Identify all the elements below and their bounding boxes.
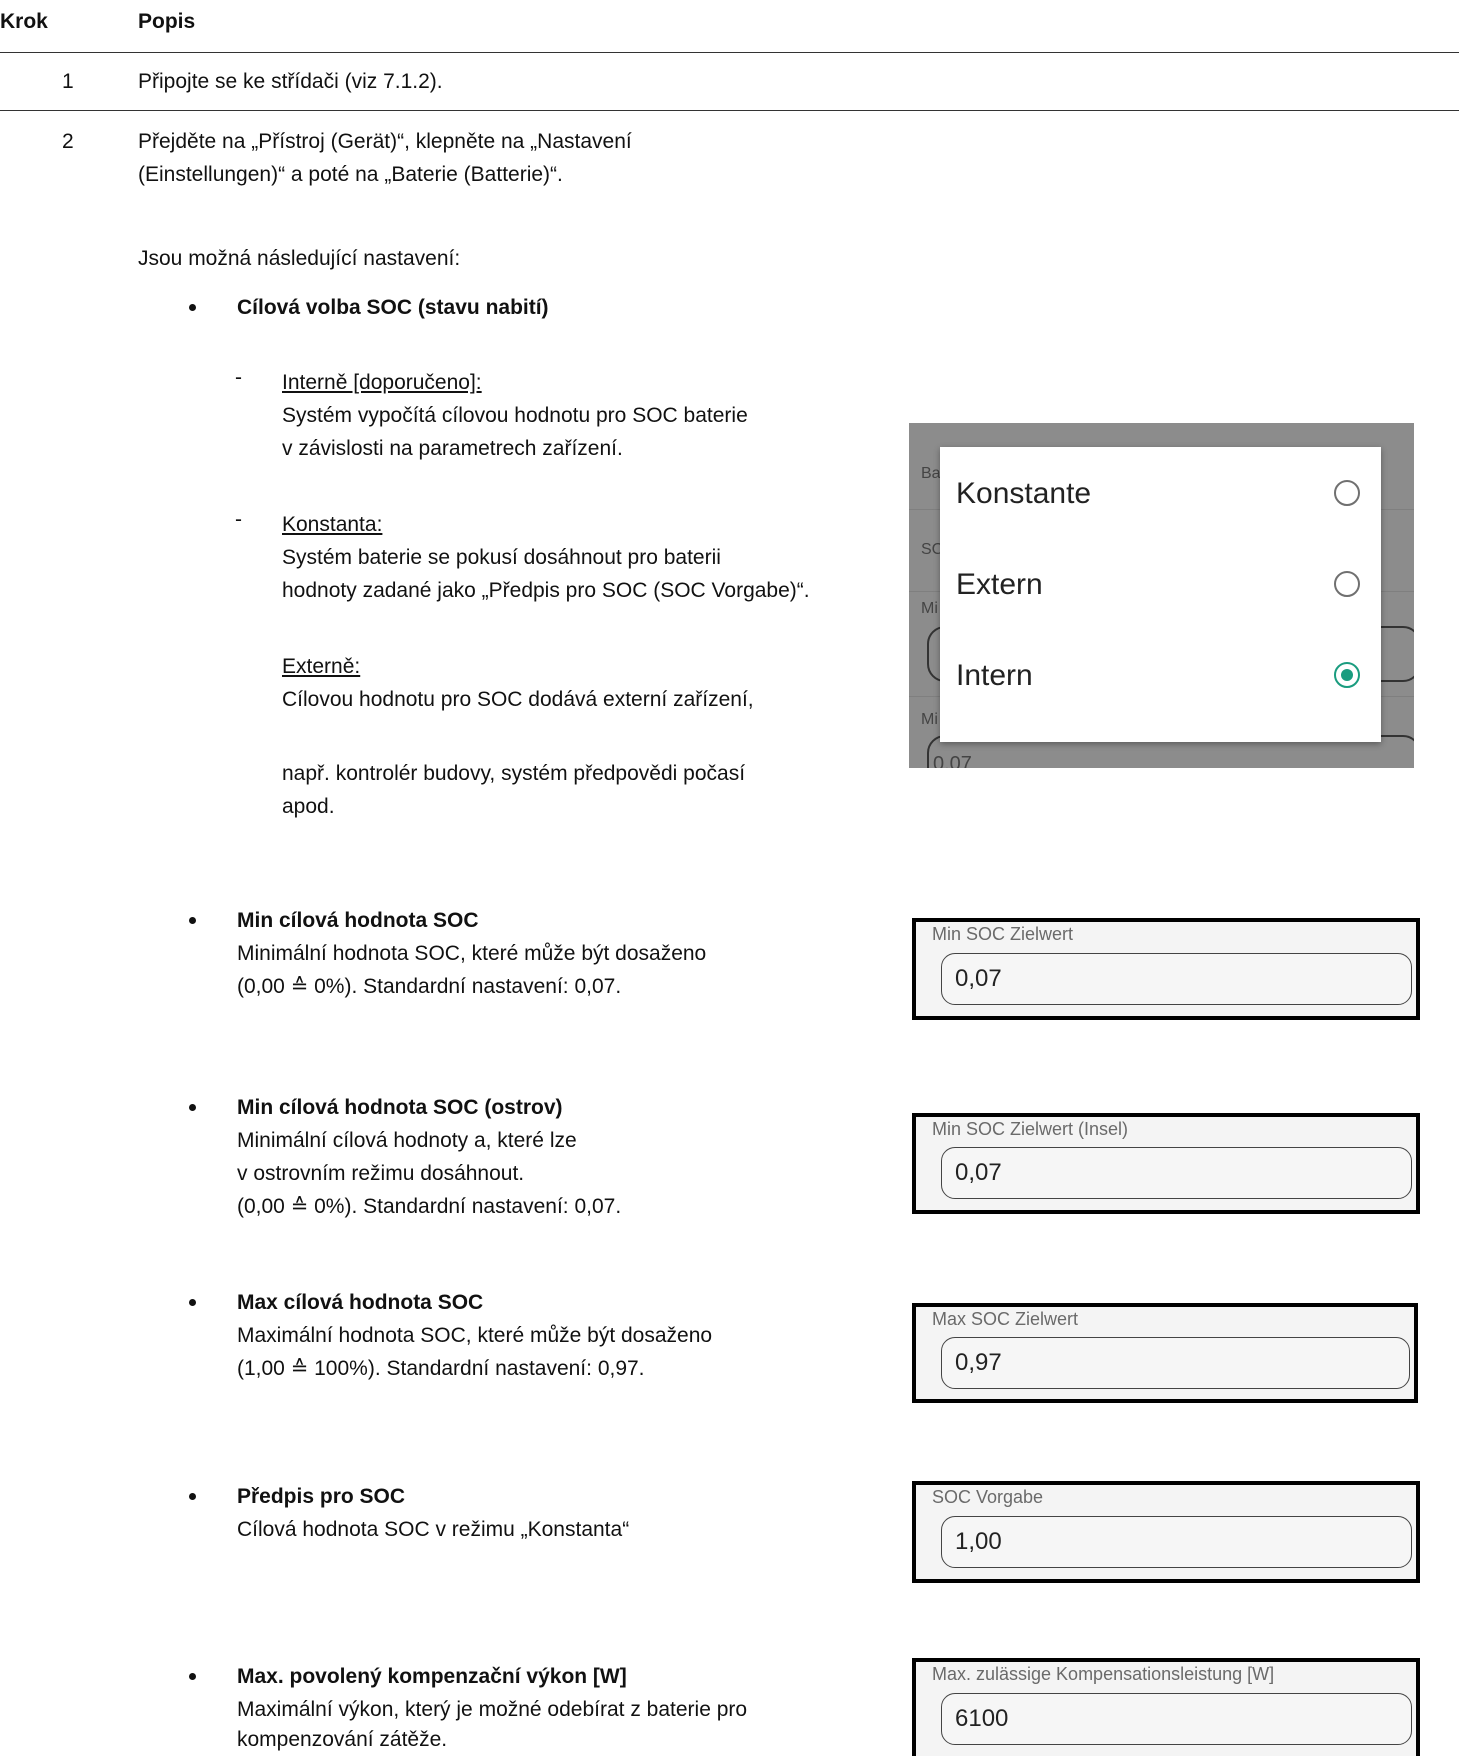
extern-desc-line-1: Cílovou hodnotu pro SOC dodává externí z… — [282, 688, 754, 711]
max-soc-desc-line-1: Maximální hodnota SOC, které může být do… — [237, 1324, 713, 1347]
min-soc-field: Min SOC Zielwert 0,07 — [912, 918, 1420, 1020]
max-soc-field: Max SOC Zielwert 0,97 — [912, 1303, 1418, 1403]
min-soc-desc-line-2: (0,00 ≙ 0%). Standardní nastavení: 0,07. — [237, 975, 622, 998]
background-text: Ba — [921, 465, 941, 482]
background-text: Mi — [921, 600, 938, 617]
extern-option-label: Externě: — [282, 655, 361, 678]
max-comp-desc-line-1: Maximální výkon, který je možné odebírat… — [237, 1698, 748, 1721]
intern-desc-line-2: v závislosti na parametrech zařízení. — [282, 437, 623, 460]
header-divider — [0, 52, 1459, 53]
option-konstante[interactable]: Konstante — [940, 447, 1381, 539]
max-soc-title: Max cílová hodnota SOC — [237, 1291, 484, 1314]
min-soc-island-field: Min SOC Zielwert (Insel) 0,07 — [912, 1113, 1420, 1214]
min-soc-title: Min cílová hodnota SOC — [237, 909, 479, 932]
step-number-1: 1 — [62, 70, 74, 93]
max-comp-title: Max. povolený kompenzační výkon [W] — [237, 1665, 627, 1688]
column-header-step: Krok — [0, 10, 48, 33]
min-soc-island-input[interactable]: 0,07 — [941, 1147, 1412, 1199]
background-text: Mi — [921, 711, 938, 728]
soc-preset-desc-line-1: Cílová hodnota SOC v režimu „Konstanta“ — [237, 1518, 630, 1541]
bullet-icon — [189, 1104, 196, 1111]
konst-option-label: Konstanta: — [282, 513, 383, 536]
radio-unchecked-icon[interactable] — [1334, 571, 1360, 597]
min-soc-input[interactable]: 0,07 — [941, 953, 1412, 1005]
dash-icon: - — [235, 366, 242, 389]
field-label: Min SOC Zielwert — [932, 924, 1074, 944]
intern-option-label: Interně [doporučeno]: — [282, 371, 482, 394]
bullet-icon — [189, 1299, 196, 1306]
field-label: Min SOC Zielwert (Insel) — [932, 1119, 1129, 1139]
bullet-icon — [189, 917, 196, 924]
step-1-text: Připojte se ke střídači (viz 7.1.2). — [138, 70, 443, 93]
min-soc-island-desc-line-1: Minimální cílová hodnoty a, které lze — [237, 1129, 577, 1152]
min-soc-island-desc-line-3: (0,00 ≙ 0%). Standardní nastavení: 0,07. — [237, 1195, 622, 1218]
max-comp-field: Max. zulässige Kompensationsleistung [W]… — [912, 1658, 1420, 1756]
bullet-icon — [189, 1493, 196, 1500]
option-label: Intern — [956, 659, 1033, 692]
extern-desc-line-3: apod. — [282, 795, 335, 818]
radio-unchecked-icon[interactable] — [1334, 480, 1360, 506]
soc-target-title: Cílová volba SOC (stavu nabití) — [237, 296, 549, 319]
konst-desc-line-1: Systém baterie se pokusí dosáhnout pro b… — [282, 546, 721, 569]
step-number-2: 2 — [62, 130, 74, 153]
option-label: Konstante — [956, 477, 1092, 510]
max-comp-input[interactable]: 6100 — [941, 1693, 1412, 1745]
field-label: Max SOC Zielwert — [932, 1309, 1079, 1329]
soc-preset-field: SOC Vorgabe 1,00 — [912, 1481, 1420, 1583]
settings-intro: Jsou možná následující nastavení: — [138, 247, 461, 270]
option-label: Extern — [956, 568, 1043, 601]
column-header-description: Popis — [138, 10, 196, 33]
max-soc-desc-line-2: (1,00 ≙ 100%). Standardní nastavení: 0,9… — [237, 1357, 645, 1380]
dash-icon: - — [235, 508, 242, 531]
min-soc-desc-line-1: Minimální hodnota SOC, které může být do… — [237, 942, 707, 965]
soc-mode-dialog-screenshot: Ba SC Mi Mi 0,07 Konstante Extern Intern — [909, 423, 1414, 768]
step-2-line-1: Přejděte na „Přístroj (Gerät)“, klepněte… — [138, 130, 632, 153]
row-divider — [0, 110, 1459, 111]
soc-mode-popup: Konstante Extern Intern — [940, 447, 1381, 742]
max-soc-input[interactable]: 0,97 — [941, 1337, 1410, 1389]
background-text: 0,07 — [933, 753, 972, 768]
field-label: SOC Vorgabe — [932, 1487, 1044, 1507]
bullet-icon — [189, 304, 196, 311]
intern-desc-line-1: Systém vypočítá cílovou hodnotu pro SOC … — [282, 404, 748, 427]
radio-checked-icon[interactable] — [1334, 662, 1360, 688]
max-comp-desc-line-2: kompenzování zátěže. — [237, 1728, 448, 1751]
step-2-line-2: (Einstellungen)“ a poté na „Baterie (Bat… — [138, 163, 563, 186]
soc-preset-title: Předpis pro SOC — [237, 1485, 406, 1508]
option-intern[interactable]: Intern — [940, 629, 1381, 721]
konst-desc-line-2: hodnoty zadané jako „Předpis pro SOC (SO… — [282, 579, 810, 602]
option-extern[interactable]: Extern — [940, 538, 1381, 630]
extern-desc-line-2: např. kontrolér budovy, systém předpověd… — [282, 762, 746, 785]
field-label: Max. zulässige Kompensationsleistung [W] — [932, 1664, 1275, 1684]
min-soc-island-desc-line-2: v ostrovním režimu dosáhnout. — [237, 1162, 525, 1185]
min-soc-island-title: Min cílová hodnota SOC (ostrov) — [237, 1096, 563, 1119]
bullet-icon — [189, 1673, 196, 1680]
soc-preset-input[interactable]: 1,00 — [941, 1516, 1412, 1568]
